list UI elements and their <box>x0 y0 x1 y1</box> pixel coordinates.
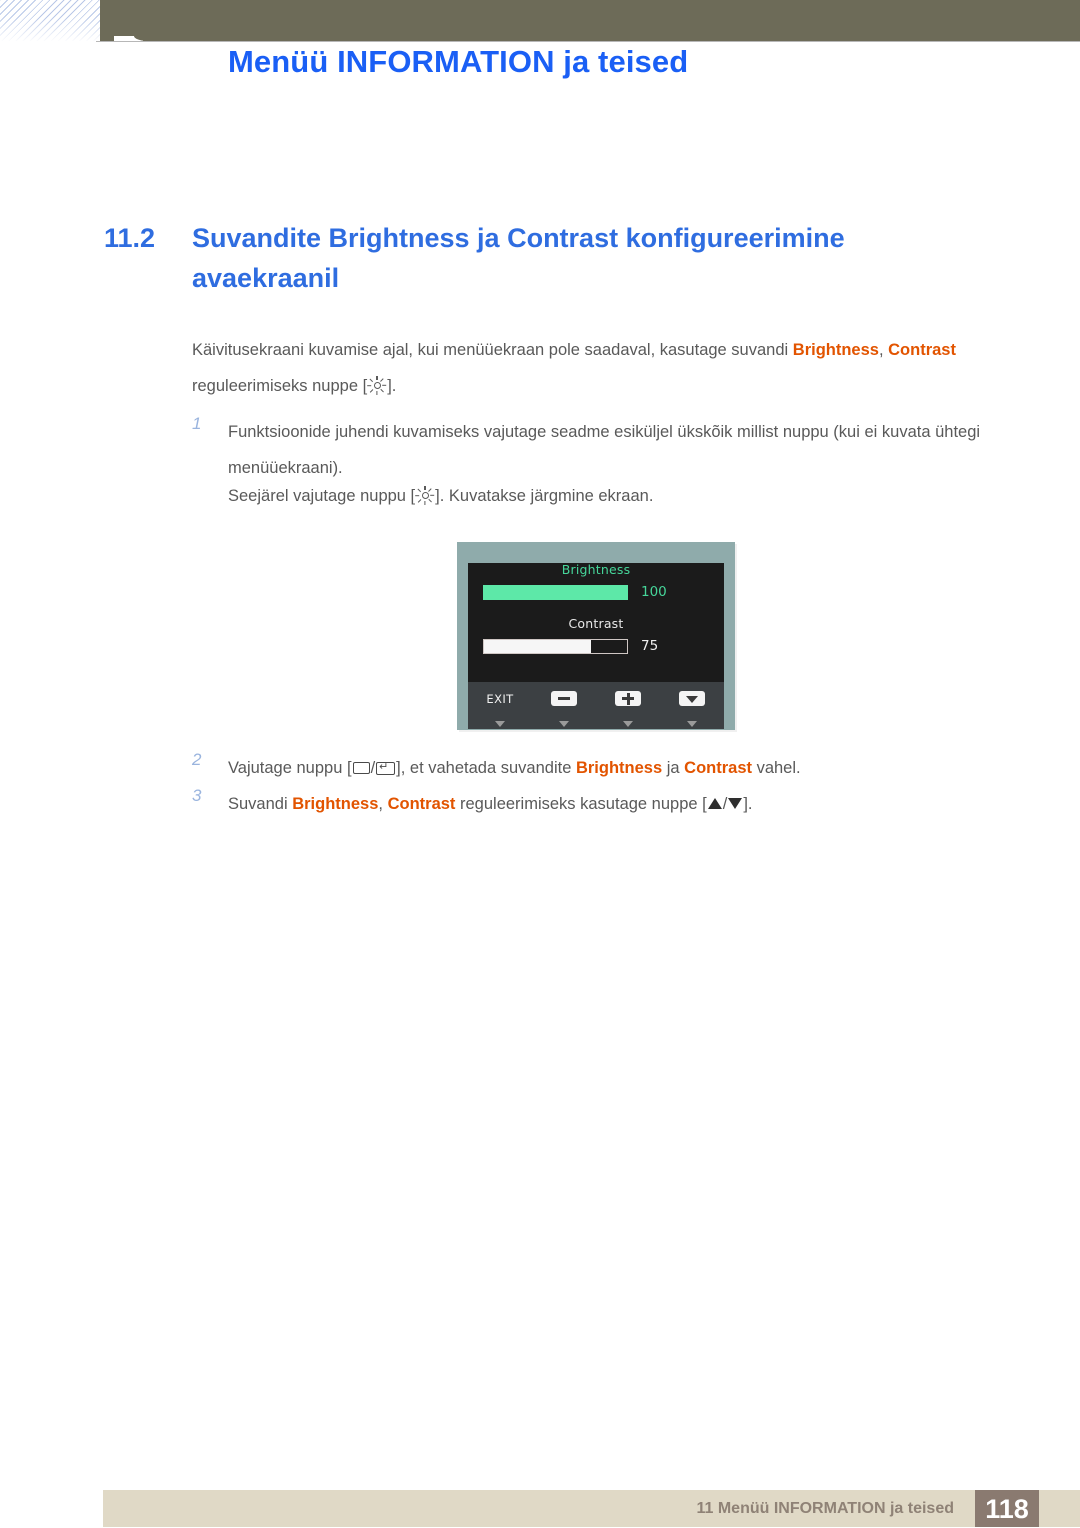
step-number-1: 1 <box>192 414 202 433</box>
step3-comma: , <box>378 795 388 813</box>
osd-contrast-bar-fill <box>484 639 592 653</box>
osd-contrast-value: 75 <box>641 638 659 654</box>
step-item-3: 3 Suvandi Brightness, Contrast reguleeri… <box>192 786 982 822</box>
osd-contrast-label: Contrast <box>568 616 624 631</box>
osd-screen: Brightness 100 Contrast 75 EXIT <box>468 563 724 729</box>
osd-button-row: EXIT <box>468 682 724 712</box>
step3-tail: ]. <box>743 795 753 813</box>
step2-tail: vahel. <box>752 759 801 777</box>
footer-page-number: 118 <box>985 1494 1029 1524</box>
step2-sep: / <box>370 759 376 777</box>
intro-line2-post: ]. <box>387 377 397 395</box>
page-title: Menüü INFORMATION ja teised <box>228 44 689 79</box>
osd-brightness-label: Brightness <box>561 562 631 577</box>
step-text-2: Vajutage nuppu [ / ↵], et vahetada suvandi… <box>228 750 982 786</box>
triangle-down-icon <box>687 721 697 727</box>
step3-pre: Suvandi <box>228 795 293 813</box>
osd-pointer-row <box>468 712 724 728</box>
arrow-up-icon <box>707 798 722 809</box>
step1-extra-post: ]. Kuvatakse järgmine ekraan. <box>435 487 654 505</box>
triangle-down-icon <box>495 721 505 727</box>
osd-contrast-bar[interactable] <box>483 638 628 654</box>
header-hatch-fade <box>0 0 100 41</box>
brightness-sun-icon <box>367 375 387 395</box>
osd-pointer-2 <box>532 714 596 728</box>
brightness-sun-icon <box>415 485 435 505</box>
intro-paragraph: Käivitusekraani kuvamise ajal, kui menüü… <box>192 332 1002 404</box>
keyword-brightness: Brightness <box>792 341 879 359</box>
osd-pointer-3 <box>596 714 660 728</box>
triangle-down-icon <box>559 721 569 727</box>
intro-comma: , <box>878 341 889 359</box>
arrow-down-icon <box>679 691 705 707</box>
osd-exit-label: EXIT <box>486 692 514 706</box>
keyword-contrast: Contrast <box>888 341 956 359</box>
header-rule <box>96 41 1080 42</box>
step-1-extra-line: Seejärel vajutage nuppu [ ]. Kuvatakse jä… <box>228 478 1008 514</box>
step-item-1: 1 Funktsioonide juhendi kuvamiseks vajut… <box>192 414 982 486</box>
header-band <box>96 0 1080 36</box>
step3-sep: / <box>722 795 728 813</box>
osd-plus-button[interactable] <box>596 690 660 708</box>
osd-button-bar: EXIT <box>468 682 724 729</box>
keyword-brightness: Brightness <box>292 795 379 813</box>
plus-icon <box>615 691 641 707</box>
section-title: Suvandite Brightness ja Contrast konfigu… <box>192 223 845 293</box>
step-number-2: 2 <box>192 750 202 769</box>
osd-exit-button[interactable]: EXIT <box>468 690 532 708</box>
keyword-contrast: Contrast <box>684 759 752 777</box>
osd-down-button[interactable] <box>660 690 724 708</box>
osd-brightness-bar[interactable] <box>483 584 628 600</box>
step-text-3: Suvandi Brightness, Contrast reguleerimi… <box>228 786 982 822</box>
minus-icon <box>551 691 577 707</box>
menu-button-icon <box>352 762 370 774</box>
step1-extra-pre: Seejärel vajutage nuppu [ <box>228 487 416 505</box>
step-text-1: Funktsioonide juhendi kuvamiseks vajutag… <box>228 423 981 477</box>
keyword-contrast: Contrast <box>387 795 456 813</box>
arrow-down-icon <box>728 798 743 809</box>
enter-button-icon: ↵ <box>376 762 396 775</box>
osd-pointer-1 <box>468 714 532 728</box>
intro-text-part1: Käivitusekraani kuvamise ajal, kui menüü… <box>192 341 793 359</box>
triangle-down-icon <box>623 721 633 727</box>
osd-brightness-value: 100 <box>641 584 667 600</box>
osd-screenshot: Brightness 100 Contrast 75 EXIT <box>457 542 735 730</box>
keyword-brightness: Brightness <box>575 759 663 777</box>
osd-pointer-4 <box>660 714 724 728</box>
osd-brightness-row: 100 <box>468 584 724 600</box>
step2-post: ], et vahetada suvandite <box>396 759 576 777</box>
step3-mid: reguleerimiseks kasutage nuppe [ <box>455 795 707 813</box>
footer-chapter-label: 11 Menüü INFORMATION ja teised <box>696 1500 954 1517</box>
section-heading: 11.2 Suvandite Brightness ja Contrast kon… <box>104 218 984 298</box>
step-number-3: 3 <box>192 786 202 805</box>
step-item-2: 2 Vajutage nuppu [ / ↵], et vahetada suvan… <box>192 750 982 786</box>
section-number: 11.2 <box>104 223 156 253</box>
intro-line2-pre: reguleerimiseks nuppe [ <box>192 377 368 395</box>
osd-minus-button[interactable] <box>532 690 596 708</box>
step2-pre: Vajutage nuppu [ <box>228 759 352 777</box>
osd-contrast-row: 75 <box>468 638 724 654</box>
step2-mid: ja <box>662 759 685 777</box>
